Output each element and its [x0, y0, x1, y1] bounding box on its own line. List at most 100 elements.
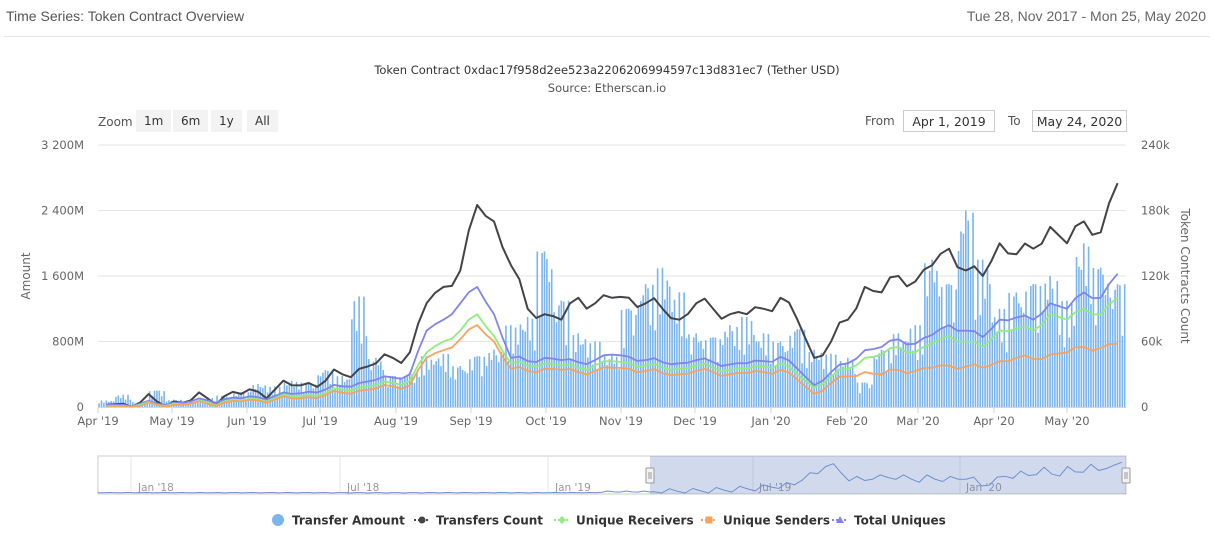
bar-transfer-amount	[435, 361, 437, 407]
bar-transfer-amount	[883, 351, 885, 407]
bar-transfer-amount	[503, 352, 505, 407]
bar-transfer-amount	[1032, 284, 1034, 407]
bar-transfer-amount	[199, 399, 201, 407]
bar-transfer-amount	[151, 396, 153, 407]
bar-transfer-amount	[1020, 307, 1022, 407]
legend-unique-senders[interactable]: Unique Senders	[701, 514, 830, 528]
legend-label: Total Uniques	[854, 514, 946, 528]
navigator-handle-right[interactable]	[1122, 468, 1130, 483]
bar-transfer-amount	[724, 332, 726, 407]
bar-transfer-amount	[163, 391, 165, 407]
bar-transfer-amount	[1071, 304, 1073, 407]
bar-transfer-amount	[192, 403, 194, 407]
bar-transfer-amount	[999, 309, 1001, 407]
from-date-input[interactable]: Apr 1, 2019	[903, 110, 995, 132]
bar-transfer-amount	[209, 401, 211, 407]
bar-transfer-amount	[522, 330, 524, 407]
axes: 0800M1 600M2 400M3 200M060k120k180k240kA…	[41, 138, 1170, 428]
bar-transfer-amount	[1004, 309, 1006, 407]
bar-transfer-amount	[279, 387, 281, 407]
bar-transfer-amount	[955, 290, 957, 407]
bar-transfer-amount	[269, 387, 271, 407]
bar-transfer-amount	[532, 319, 534, 407]
bar-transfer-amount	[351, 319, 353, 407]
zoom-1m-button[interactable]: 1m	[136, 110, 171, 132]
bar-transfer-amount	[594, 342, 596, 408]
legend-transfers-count[interactable]: Transfers Count	[414, 514, 543, 528]
bar-transfer-amount	[888, 350, 890, 407]
bar-transfer-amount	[553, 312, 555, 407]
bar-transfer-amount	[941, 287, 943, 407]
bar-transfer-amount	[939, 296, 941, 407]
bar-transfer-amount	[813, 350, 815, 407]
bar-transfer-amount	[221, 396, 223, 407]
bar-transfer-amount	[262, 388, 264, 407]
bar-transfer-amount	[628, 309, 630, 407]
x-tick-label: May '19	[149, 414, 194, 428]
bar-transfer-amount	[946, 284, 948, 407]
bar-transfer-amount	[664, 299, 666, 407]
bar-transfer-amount	[361, 344, 363, 407]
legend-total-uniques[interactable]: Total Uniques	[832, 514, 946, 528]
bar-transfer-amount	[243, 392, 245, 407]
bar-transfer-amount	[1076, 257, 1078, 407]
bar-transfer-amount	[994, 317, 996, 407]
bar-transfer-amount	[951, 285, 953, 407]
bar-transfer-amount	[965, 211, 967, 408]
bar-transfer-amount	[563, 301, 565, 407]
bar-transfer-amount	[276, 394, 278, 407]
bar-transfer-amount	[621, 310, 623, 407]
bar-transfer-amount	[467, 373, 469, 407]
bar-transfer-amount	[681, 336, 683, 407]
bar-transfer-amount	[373, 362, 375, 407]
bar-transfer-amount	[818, 360, 820, 407]
bar-transfer-amount	[515, 328, 517, 407]
x-tick-label: Nov '19	[599, 414, 643, 428]
bar-transfer-amount	[301, 383, 303, 407]
bar-transfer-amount	[125, 399, 127, 407]
bar-transfer-amount	[866, 383, 868, 407]
bar-transfer-amount	[308, 382, 310, 407]
bar-transfer-amount	[926, 296, 928, 407]
bar-transfer-amount	[1085, 286, 1087, 407]
legend-unique-receivers[interactable]: Unique Receivers	[554, 514, 694, 528]
bar-transfer-amount	[712, 337, 714, 407]
bar-transfer-amount	[782, 346, 784, 407]
line-unique-receivers	[106, 298, 1117, 407]
bar-transfer-amount	[329, 384, 331, 407]
zoom-all-button[interactable]: All	[247, 110, 278, 132]
bar-transfer-amount	[195, 402, 197, 407]
bar-transfer-amount	[267, 392, 269, 407]
bar-transfer-amount	[325, 370, 327, 407]
bar-transfer-amount	[558, 305, 560, 407]
chart-title: Token Contract 0xdac17f958d2ee523a220620…	[0, 63, 1214, 77]
bar-transfer-amount	[368, 359, 370, 407]
bar-transfer-amount	[498, 362, 500, 407]
bar-transfer-amount	[1023, 313, 1025, 407]
bar-transfer-amount	[1052, 289, 1054, 407]
bar-transfer-amount	[1037, 333, 1039, 407]
bar-transfer-amount	[833, 374, 835, 407]
grid-lines	[98, 145, 1126, 342]
bar-transfer-amount	[854, 374, 856, 407]
bar-transfer-amount	[469, 359, 471, 407]
to-date-input[interactable]: May 24, 2020	[1032, 110, 1127, 132]
bar-transfer-amount	[1117, 284, 1119, 407]
bar-transfer-amount	[1044, 284, 1046, 407]
bar-transfer-amount	[257, 384, 259, 407]
legend-symbol-triangle	[836, 516, 844, 523]
bar-transfer-amount	[784, 352, 786, 407]
bar-transfer-amount	[898, 333, 900, 407]
zoom-6m-button[interactable]: 6m	[173, 110, 208, 132]
bar-transfer-amount	[640, 301, 642, 407]
navigator-handle-left[interactable]	[646, 468, 654, 483]
legend-transfer-amount[interactable]: Transfer Amount	[272, 514, 405, 528]
bar-transfer-amount	[387, 387, 389, 407]
bar-transfer-amount	[303, 393, 305, 407]
bar-transfer-amount	[197, 402, 199, 407]
bar-transfer-amount	[878, 353, 880, 407]
bar-transfer-amount	[635, 315, 637, 407]
bar-transfer-amount	[979, 315, 981, 407]
zoom-1y-button[interactable]: 1y	[211, 110, 242, 132]
legend-symbol-dot	[419, 517, 426, 524]
